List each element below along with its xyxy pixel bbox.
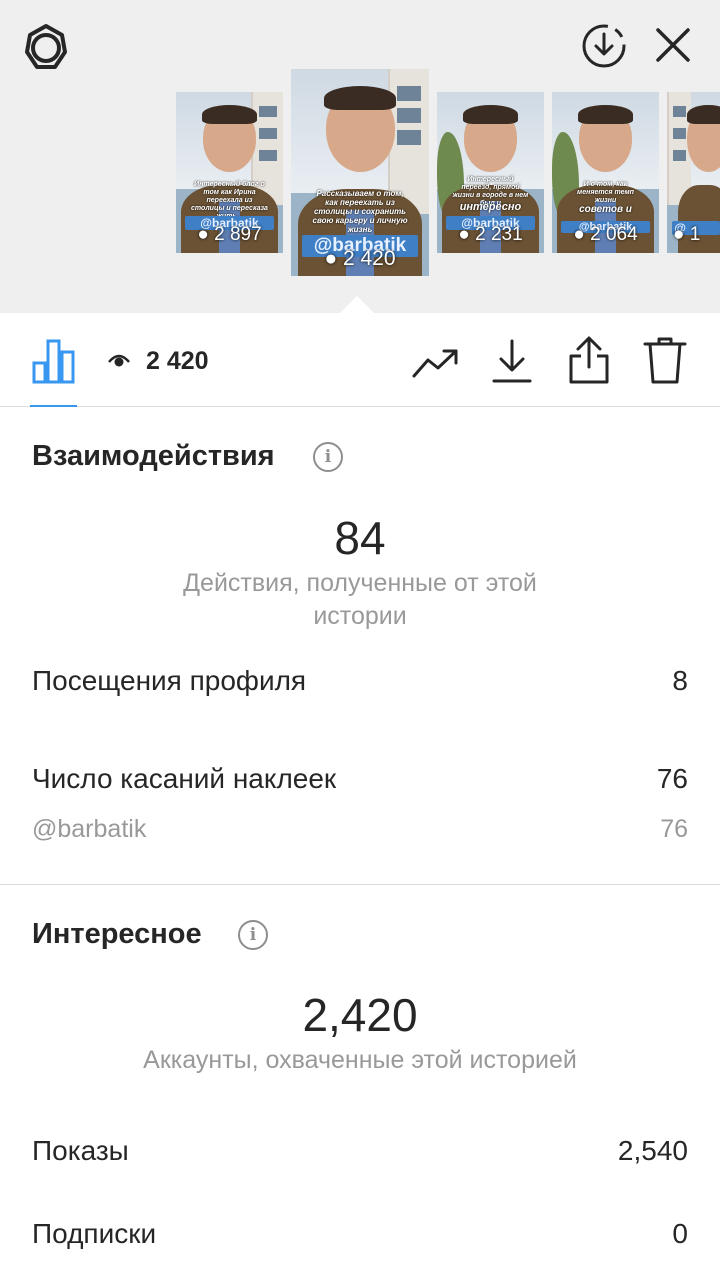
profile-visits-label: Посещения профиля xyxy=(32,665,307,696)
story-views: ● 2 897 xyxy=(197,224,262,246)
bar-chart-icon[interactable] xyxy=(30,337,78,385)
download-icon[interactable] xyxy=(490,337,534,385)
section-divider xyxy=(0,884,720,885)
selected-pointer xyxy=(339,296,375,314)
interactions-total-label: Действия, полученные от этой истории xyxy=(183,569,537,630)
story-caption-highlight: советов и xyxy=(579,203,632,215)
story-thumbnail[interactable]: И о том, как меняется темп жизни советов… xyxy=(552,92,659,253)
trash-icon[interactable] xyxy=(642,337,688,385)
story-thumbnail[interactable]: Интересный блог о том как Ирина переехал… xyxy=(176,92,283,253)
story-caption: Интересный блог о том как Ирина переехал… xyxy=(191,180,268,220)
story-caption: Рассказываем о том, как переехать из сто… xyxy=(312,189,408,235)
story-caption: И о том, как меняется темп жизни xyxy=(577,180,634,204)
info-icon[interactable]: i xyxy=(313,442,343,472)
download-circle-icon[interactable] xyxy=(578,20,630,72)
active-tab-indicator xyxy=(30,405,77,407)
story-thumbnail-selected[interactable]: Рассказываем о том, как переехать из сто… xyxy=(291,69,429,276)
eye-icon xyxy=(106,349,132,371)
trending-up-icon[interactable] xyxy=(410,343,462,383)
interactions-title: Взаимодействия xyxy=(32,440,275,472)
discovery-total-label: Аккаунты, охваченные этой историей xyxy=(143,1046,577,1074)
sticker-mention-value: 76 xyxy=(660,815,688,843)
info-icon[interactable]: i xyxy=(238,920,268,950)
story-thumbnail[interactable]: Интересный переезд, прямой жизни в город… xyxy=(437,92,544,253)
story-views: ● 1 xyxy=(673,224,701,246)
discovery-total: 2,420 xyxy=(302,989,418,1041)
story-caption-highlight: интересно xyxy=(459,201,522,214)
story-thumbnail[interactable]: @ ● 1 xyxy=(667,92,720,253)
story-views: ● 2 064 xyxy=(573,224,638,246)
profile-visits-value: 8 xyxy=(672,665,688,696)
impressions-value: 2,540 xyxy=(617,1135,688,1166)
story-toolbar: 2 420 xyxy=(0,313,720,407)
sticker-mention-label: @barbatik xyxy=(32,815,147,843)
interactions-total: 84 xyxy=(334,512,386,564)
discovery-title: Интересное xyxy=(32,918,202,950)
share-icon[interactable] xyxy=(566,335,612,385)
story-views: ● 2 420 xyxy=(324,247,396,271)
impressions-label: Показы xyxy=(32,1135,129,1166)
views-count: 2 420 xyxy=(146,347,209,375)
follows-label: Подписки xyxy=(32,1218,157,1249)
story-strip: Интересный блог о том как Ирина переехал… xyxy=(0,0,720,314)
sticker-taps-label: Число касаний наклеек xyxy=(32,763,337,794)
story-views: ● 2 231 xyxy=(458,224,523,246)
sticker-taps-value: 76 xyxy=(656,763,688,794)
close-icon[interactable] xyxy=(650,22,696,68)
gear-icon[interactable] xyxy=(18,20,74,76)
follows-value: 0 xyxy=(672,1218,688,1249)
